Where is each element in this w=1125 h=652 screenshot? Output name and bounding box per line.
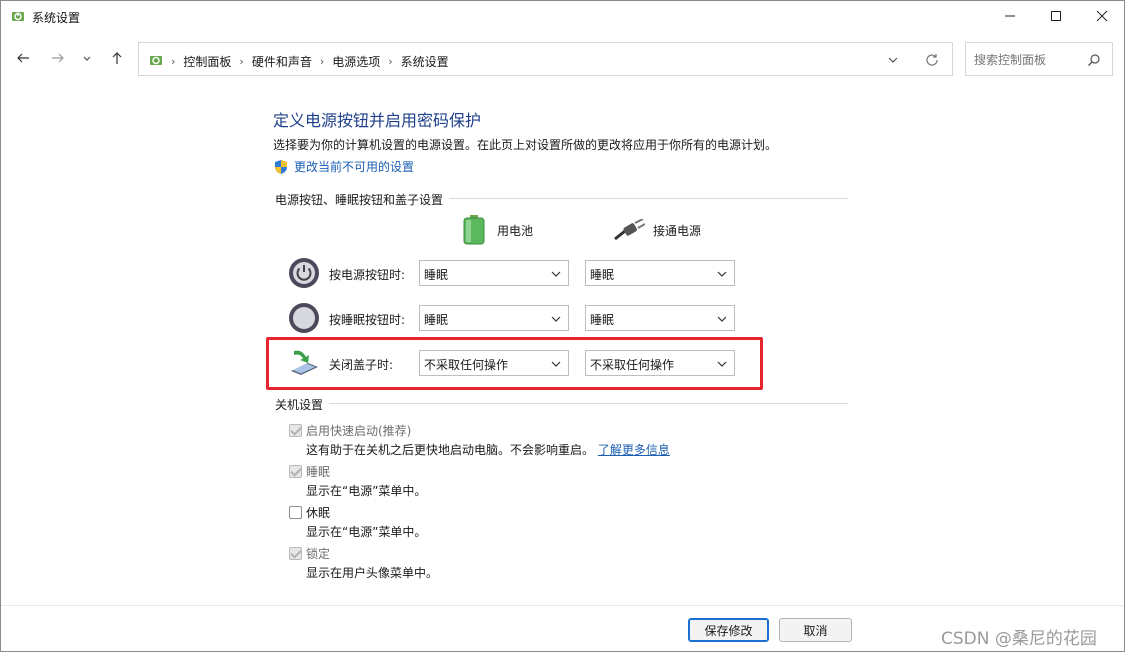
battery-icon [463, 215, 485, 245]
minimize-icon [1005, 15, 1015, 17]
fast-startup-description-text: 这有助于在关机之后更快地启动电脑。不会影响重启。 [306, 443, 595, 457]
power-plug-icon [614, 219, 645, 241]
power-button-label: 按电源按钮时: [329, 268, 406, 282]
select-value: 睡眠 [590, 268, 615, 282]
select-value: 睡眠 [424, 313, 449, 327]
close-button[interactable] [1079, 1, 1125, 31]
title-bar: 系统设置 [1, 1, 1124, 33]
chevron-down-icon [717, 361, 727, 367]
chevron-right-icon: › [239, 55, 244, 68]
lid-close-plugged-select[interactable]: 不采取任何操作 [585, 350, 735, 376]
refresh-icon[interactable] [924, 52, 940, 68]
hibernate-label: 休眠 [306, 506, 331, 520]
sleep-button-label: 按睡眠按钮时: [329, 313, 406, 327]
sleep-checkbox[interactable] [289, 465, 302, 478]
section-divider [275, 403, 848, 404]
system-settings-window: 系统设置 › 控制面板 › 硬件和声音 › 电源选项 › 系统设置 搜索控制面板… [0, 0, 1125, 652]
recent-locations-button[interactable] [79, 48, 95, 68]
sleep-button-row: 按睡眠按钮时: 睡眠 睡眠 [288, 302, 738, 334]
power-button-battery-select[interactable]: 睡眠 [419, 260, 569, 286]
lid-close-row: 关闭盖子时: 不采取任何操作 不采取任何操作 [288, 347, 738, 379]
page-description: 选择要为你的计算机设置的电源设置。在此页上对设置所做的更改将应用于你所有的电源计… [273, 138, 778, 152]
lock-description: 显示在用户头像菜单中。 [306, 566, 439, 580]
breadcrumb-item[interactable]: 硬件和声音 [252, 53, 312, 70]
save-changes-button[interactable]: 保存修改 [688, 618, 769, 642]
fast-startup-label: 启用快速启动(推荐) [306, 424, 412, 438]
column-plugged-in-label: 接通电源 [653, 223, 702, 238]
maximize-button[interactable] [1033, 1, 1079, 31]
learn-more-link[interactable]: 了解更多信息 [598, 443, 670, 457]
arrow-left-icon [17, 53, 29, 63]
sleep-description: 显示在“电源”菜单中。 [306, 484, 427, 498]
hibernate-description: 显示在“电源”菜单中。 [306, 525, 427, 539]
shutdown-section-title: 关机设置 [275, 396, 330, 413]
chevron-down-icon [551, 361, 561, 367]
power-button-row: 按电源按钮时: 睡眠 睡眠 [288, 257, 738, 289]
power-options-icon [12, 12, 24, 21]
minimize-button[interactable] [987, 1, 1033, 31]
breadcrumb-item[interactable]: 系统设置 [401, 53, 449, 70]
watermark: CSDN @桑尼的花园 [941, 629, 1097, 649]
hibernate-checkbox[interactable] [289, 506, 302, 519]
page-title: 定义电源按钮并启用密码保护 [273, 111, 482, 130]
chevron-right-icon: › [319, 55, 325, 68]
control-panel-icon [150, 56, 162, 65]
main-content: 定义电源按钮并启用密码保护 选择要为你的计算机设置的电源设置。在此页上对设置所做… [1, 85, 1124, 605]
power-button-icon [289, 258, 319, 288]
lock-checkbox[interactable] [289, 547, 302, 560]
search-input[interactable] [974, 50, 1082, 70]
address-dropdown-icon[interactable] [886, 53, 900, 67]
select-value: 不采取任何操作 [590, 358, 675, 372]
change-settings-link[interactable]: 更改当前不可用的设置 [273, 158, 414, 175]
chevron-down-icon [717, 271, 727, 277]
lock-label: 锁定 [306, 547, 331, 561]
up-button[interactable] [107, 48, 127, 68]
sleep-button-icon [289, 303, 319, 333]
cancel-button[interactable]: 取消 [779, 618, 852, 642]
footer-bar: 保存修改 取消 CSDN @桑尼的花园 [1, 605, 1124, 651]
back-button[interactable] [13, 48, 33, 68]
chevron-down-icon [83, 56, 91, 61]
select-value: 不采取任何操作 [424, 358, 509, 372]
arrow-up-icon [112, 52, 122, 64]
chevron-right-icon: › [171, 55, 176, 68]
chevron-right-icon: › [388, 55, 393, 68]
maximize-icon [1051, 11, 1061, 21]
lid-close-label: 关闭盖子时: [329, 358, 394, 372]
breadcrumb-item[interactable]: 电源选项 [332, 53, 380, 70]
breadcrumb: › 控制面板 › 硬件和声音 › 电源选项 › 系统设置 [171, 53, 449, 70]
chevron-down-icon [717, 316, 727, 322]
chevron-down-icon [551, 271, 561, 277]
arrow-right-icon [52, 53, 64, 63]
select-value: 睡眠 [590, 313, 615, 327]
laptop-lid-icon [291, 350, 318, 375]
lid-close-battery-select[interactable]: 不采取任何操作 [419, 350, 569, 376]
power-buttons-section-title: 电源按钮、睡眠按钮和盖子设置 [275, 191, 450, 208]
fast-startup-description: 这有助于在关机之后更快地启动电脑。不会影响重启。 了解更多信息 [306, 441, 670, 458]
breadcrumb-item[interactable]: 控制面板 [183, 53, 231, 70]
search-icon[interactable] [1087, 53, 1101, 67]
window-title: 系统设置 [32, 11, 81, 25]
address-bar[interactable]: › 控制面板 › 硬件和声音 › 电源选项 › 系统设置 [138, 42, 953, 76]
power-button-plugged-select[interactable]: 睡眠 [585, 260, 735, 286]
navigation-bar: › 控制面板 › 硬件和声音 › 电源选项 › 系统设置 [1, 37, 1124, 81]
column-battery: 用电池 [463, 215, 533, 245]
change-settings-label[interactable]: 更改当前不可用的设置 [294, 158, 414, 175]
close-icon [1096, 10, 1108, 22]
search-box[interactable] [965, 42, 1113, 76]
column-battery-label: 用电池 [497, 223, 534, 238]
chevron-down-icon [551, 316, 561, 322]
select-value: 睡眠 [424, 268, 449, 282]
forward-button[interactable] [48, 48, 68, 68]
uac-shield-icon [275, 159, 287, 174]
sleep-label: 睡眠 [306, 465, 331, 479]
fast-startup-checkbox[interactable] [289, 424, 302, 437]
sleep-button-battery-select[interactable]: 睡眠 [419, 305, 569, 331]
column-plugged-in: 接通电源 [613, 219, 701, 241]
sleep-button-plugged-select[interactable]: 睡眠 [585, 305, 735, 331]
